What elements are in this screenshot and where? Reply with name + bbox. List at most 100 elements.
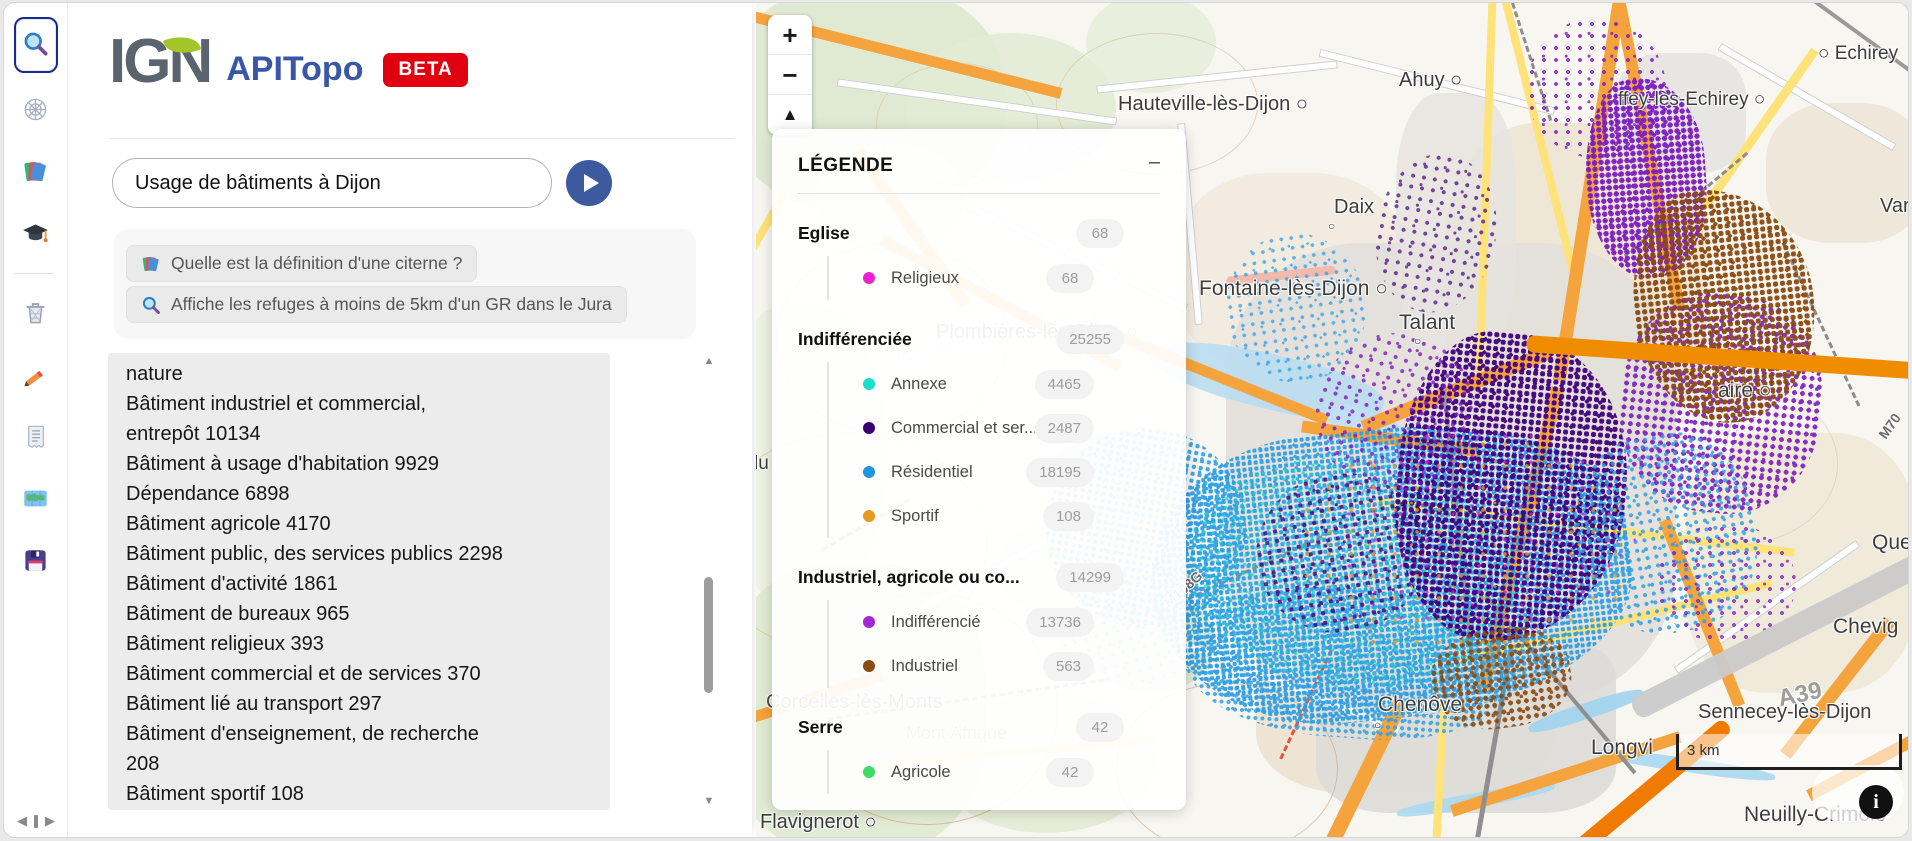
result-line: Bâtiment à usage d'habitation 9929	[126, 453, 439, 475]
legend-item[interactable]: Indifférencié 13736	[863, 600, 1160, 644]
send-button[interactable]	[566, 160, 612, 206]
scroll-up-icon[interactable]: ▲	[702, 355, 716, 367]
pager-prev-button[interactable]: ◀	[17, 813, 27, 829]
legend-color-dot	[863, 660, 875, 672]
legend-color-dot	[863, 766, 875, 778]
map-label: ○	[1414, 334, 1422, 348]
map-label: ○	[1328, 219, 1336, 233]
building-cluster	[1296, 433, 1636, 663]
legend-group-name: Serre	[798, 717, 843, 737]
tool-edit-button[interactable]	[14, 352, 58, 400]
result-line: Bâtiment agricole 4170	[126, 513, 331, 535]
panel-pager: ◀ ▶	[4, 813, 68, 829]
result-line: Bâtiment lié au transport 297	[126, 693, 382, 715]
search-row	[112, 158, 732, 208]
legend-item[interactable]: Annexe 4465	[863, 362, 1160, 406]
legend-groups: Eglise 68 Religieux 68 Indifférenciée 25255 An…	[798, 219, 1160, 794]
pencil-icon	[22, 361, 49, 391]
rail-divider	[13, 273, 54, 274]
legend-item-count-badge: 13736	[1026, 607, 1094, 637]
legend-item[interactable]: Sportif 108	[863, 494, 1160, 538]
result-line: Bâtiment industriel et commercial,	[126, 393, 427, 415]
tool-graph-button[interactable]	[14, 87, 58, 135]
zoom-in-button[interactable]: +	[768, 15, 812, 55]
suggestion-chip-1[interactable]: Quelle est la définition d'une citerne ?	[126, 245, 478, 282]
tool-receipt-button[interactable]	[14, 414, 58, 462]
scrollbar-thumb[interactable]	[704, 577, 713, 693]
suggestion-label: Quelle est la définition d'une citerne ?	[171, 253, 463, 273]
tool-learn-button[interactable]	[14, 211, 58, 259]
map-label: Chevig	[1833, 615, 1899, 638]
tool-save-button[interactable]	[14, 538, 58, 586]
search-icon	[141, 295, 161, 315]
legend-group-count-badge: 14299	[1056, 563, 1124, 592]
legend-item[interactable]: Agricole 42	[863, 750, 1160, 794]
tool-search-button[interactable]	[13, 17, 58, 73]
legend-color-dot	[863, 378, 875, 390]
legend-color-dot	[863, 466, 875, 478]
legend-item-count-badge: 108	[1042, 501, 1094, 531]
cap-icon	[22, 220, 49, 250]
legend-item-label: Résidentiel	[891, 462, 973, 481]
result-line: Bâtiment sportif 108	[126, 783, 304, 805]
legend-item-label: Industriel	[891, 656, 958, 675]
result-line: nature	[126, 363, 183, 385]
result-line: Bâtiment religieux 393	[126, 633, 324, 655]
legend-items: Agricole 42	[827, 750, 1160, 794]
legend-divider	[798, 193, 1160, 194]
result-line: Bâtiment d'enseignement, de recherche	[126, 723, 479, 745]
map-canvas[interactable]: Hauteville-lès-Dijon ○ Ahuy ○ ○ Echirey ffe…	[756, 3, 1908, 837]
legend-title: LÉGENDE	[798, 155, 894, 176]
result-line: Bâtiment d'activité 1861	[126, 573, 338, 595]
result-line: Dépendance 6898	[126, 483, 290, 505]
zoom-out-button[interactable]: −	[768, 55, 812, 95]
web-icon	[22, 96, 49, 126]
map-label: Ahuy ○	[1399, 69, 1463, 91]
map-label: Que	[1872, 531, 1908, 554]
legend-group-count-badge: 42	[1076, 713, 1124, 742]
results-text-area[interactable]: nature Bâtiment industriel et commercial,…	[108, 353, 610, 810]
legend-items: Indifférencié 13736 Industriel 563	[827, 600, 1160, 688]
tool-rail-items	[13, 17, 58, 600]
pager-next-button[interactable]: ▶	[45, 813, 55, 829]
legend-group-count-badge: 68	[1076, 219, 1124, 248]
suggestion-chip-2[interactable]: Affiche les refuges à moins de 5km d'un …	[126, 286, 627, 323]
legend-group-name: Indifférenciée	[798, 329, 912, 349]
legend-group-1: Eglise 68 Religieux 68	[798, 219, 1160, 300]
scale-label: 3 km	[1687, 742, 1720, 759]
scroll-down-icon[interactable]: ▼	[702, 795, 716, 807]
legend-panel: LÉGENDE – Eglise 68 Religieux 68 Indifférenc…	[772, 129, 1186, 810]
tool-map-button[interactable]	[14, 476, 58, 524]
legend-color-dot	[863, 616, 875, 628]
app-window: ◀ ▶ IGN APITopo BETA Quelle est la défin…	[3, 2, 1909, 838]
building-cluster	[1526, 18, 1666, 158]
app-title: APITopo	[226, 50, 364, 88]
send-icon	[583, 174, 599, 192]
legend-item[interactable]: Industriel 563	[863, 644, 1160, 688]
search-input[interactable]	[112, 158, 552, 208]
tool-layers-button[interactable]	[14, 149, 58, 197]
legend-item[interactable]: Résidentiel 18195	[863, 450, 1160, 494]
legend-item-label: Religieux	[891, 268, 959, 287]
legend-item[interactable]: Commercial et ser... 2487	[863, 406, 1160, 450]
legend-color-dot	[863, 272, 875, 284]
legend-collapse-button[interactable]: –	[1149, 152, 1160, 172]
worldmap-icon	[22, 485, 49, 515]
legend-group-count-badge: 25255	[1056, 325, 1124, 354]
books-icon	[141, 254, 161, 274]
tool-rail: ◀ ▶	[4, 3, 68, 837]
receipt-icon	[22, 423, 49, 453]
result-line: 208	[126, 753, 160, 775]
legend-group-name: Industriel, agricole ou co...	[798, 567, 1020, 587]
legend-group-3: Industriel, agricole ou co... 14299 Indiff…	[798, 563, 1160, 688]
tool-trash-button[interactable]	[14, 290, 58, 338]
trash-icon	[22, 299, 49, 329]
legend-item[interactable]: Religieux 68	[863, 256, 1160, 300]
legend-item-count-badge: 42	[1046, 757, 1094, 787]
map-label: lu	[756, 453, 769, 474]
info-button[interactable]: i	[1859, 785, 1893, 819]
beta-badge: BETA	[383, 53, 468, 87]
map-label: Chenôve	[1378, 693, 1463, 716]
legend-item-label: Sportif	[891, 506, 939, 525]
books-icon	[22, 158, 49, 188]
